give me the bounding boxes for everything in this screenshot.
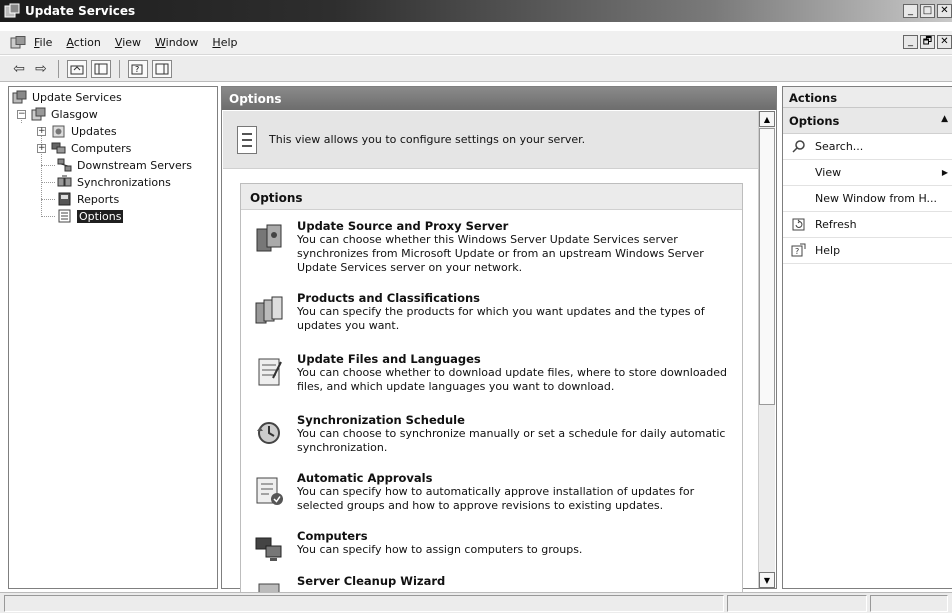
update-services-icon [12, 90, 27, 104]
actions-pane: Actions Options ▲ Search... View ▶ New W… [782, 86, 952, 589]
menu-window[interactable]: Window [155, 36, 198, 49]
option-server-cleanup-wizard[interactable]: Server Cleanup Wizard [253, 574, 733, 592]
action-search[interactable]: Search... [783, 134, 952, 160]
menu-file[interactable]: File [34, 36, 52, 49]
action-refresh[interactable]: Refresh [783, 212, 952, 238]
server-icon [31, 107, 46, 121]
back-arrow-icon[interactable]: ⇦ [10, 61, 28, 77]
refresh-icon [792, 218, 805, 231]
downstream-servers-icon [57, 158, 72, 172]
cleanup-wizard-icon [258, 583, 280, 592]
expand-icon[interactable]: + [37, 143, 46, 153]
approvals-icon [256, 477, 283, 505]
menu-action[interactable]: Action [66, 36, 100, 49]
results-pane-header: Options [222, 87, 776, 110]
scroll-down-button[interactable]: ▼ [759, 572, 775, 588]
synchronizations-icon [57, 175, 72, 187]
close-button[interactable]: ✕ [937, 4, 952, 18]
computers-icon [51, 142, 66, 154]
menu-bar: File Action View Window Help _ 🗗 ✕ [0, 31, 952, 55]
console-tree: Update Services − Glasgow + Updates + Co… [8, 86, 218, 589]
child-window-controls: _ 🗗 ✕ [903, 35, 952, 49]
up-one-level-icon[interactable] [67, 59, 87, 78]
menu-view[interactable]: View [115, 36, 141, 49]
option-computers[interactable]: Computers You can specify how to assign … [253, 529, 733, 565]
maximize-button[interactable]: □ [920, 4, 935, 18]
actions-section-options[interactable]: Options ▲ [783, 108, 952, 134]
title-bar: Update Services _ □ ✕ [0, 0, 952, 22]
options-list-icon [237, 125, 257, 154]
update-services-icon [4, 3, 20, 18]
action-new-window[interactable]: New Window from H... [783, 186, 952, 212]
tree-item-synchronizations[interactable]: Synchronizations [57, 174, 171, 190]
sync-schedule-icon [257, 422, 280, 444]
updates-icon [52, 125, 65, 138]
toolbar: ⇦ ⇨ ? [0, 56, 952, 82]
status-bar [0, 592, 952, 613]
collapse-section-icon[interactable]: ▲ [941, 114, 948, 124]
scroll-up-button[interactable]: ▲ [759, 111, 775, 127]
status-panel-2 [727, 595, 867, 612]
console-icon[interactable] [10, 35, 26, 50]
files-icon [258, 358, 282, 386]
tree-item-computers[interactable]: + Computers [37, 140, 131, 156]
tree-item-options[interactable]: Options [57, 208, 124, 224]
child-minimize-button[interactable]: _ [903, 35, 918, 49]
actions-pane-header: Actions [783, 87, 952, 108]
minimize-button[interactable]: _ [903, 4, 918, 18]
status-panel-3 [870, 595, 948, 612]
help-icon: ? [791, 243, 806, 257]
intro-text: This view allows you to configure settin… [269, 133, 586, 146]
window-title: Update Services [25, 4, 136, 18]
tree-item-downstream-servers[interactable]: Downstream Servers [57, 157, 192, 173]
expand-icon[interactable]: + [37, 126, 46, 136]
submenu-arrow-icon: ▶ [941, 168, 948, 177]
reports-icon [58, 192, 71, 206]
svg-text:?: ? [135, 65, 139, 74]
action-help[interactable]: ? Help [783, 238, 952, 264]
collapse-icon[interactable]: − [17, 109, 26, 119]
option-update-source-proxy[interactable]: Update Source and Proxy Server You can c… [253, 219, 733, 275]
tree-item-reports[interactable]: Reports [57, 191, 119, 207]
option-automatic-approvals[interactable]: Automatic Approvals You can specify how … [253, 471, 733, 513]
search-icon [792, 140, 805, 153]
option-synchronization-schedule[interactable]: Synchronization Schedule You can choose … [253, 413, 733, 455]
show-hide-tree-icon[interactable] [91, 59, 111, 78]
toolbar-separator [119, 59, 120, 78]
toolbar-separator [58, 59, 59, 78]
forward-arrow-icon[interactable]: ⇨ [32, 61, 50, 77]
options-list: Options Update Source and Proxy Server Y… [240, 183, 743, 593]
option-update-files-languages[interactable]: Update Files and Languages You can choos… [253, 352, 733, 394]
action-view[interactable]: View ▶ [783, 160, 952, 186]
server-proxy-icon [256, 224, 282, 252]
status-panel-main [4, 595, 724, 612]
computers-icon [255, 537, 282, 561]
child-restore-button[interactable]: 🗗 [920, 35, 935, 49]
vertical-scrollbar[interactable]: ▲ ▼ [758, 111, 775, 588]
scroll-thumb[interactable] [759, 128, 775, 405]
options-list-title: Options [241, 184, 742, 210]
products-icon [255, 296, 283, 324]
tree-item-updates[interactable]: + Updates [37, 123, 117, 139]
options-icon [58, 209, 71, 223]
svg-text:?: ? [795, 247, 799, 256]
help-icon[interactable]: ? [128, 59, 148, 78]
intro-banner: This view allows you to configure settin… [223, 111, 758, 169]
show-hide-action-pane-icon[interactable] [152, 59, 172, 78]
option-products-classifications[interactable]: Products and Classifications You can spe… [253, 291, 733, 333]
tree-item-glasgow[interactable]: − Glasgow [17, 106, 98, 122]
tree-item-update-services[interactable]: Update Services [12, 89, 122, 105]
window-controls: _ □ ✕ [903, 4, 952, 18]
child-close-button[interactable]: ✕ [937, 35, 952, 49]
menu-help[interactable]: Help [212, 36, 237, 49]
results-pane: Options This view allows you to configur… [221, 86, 777, 593]
